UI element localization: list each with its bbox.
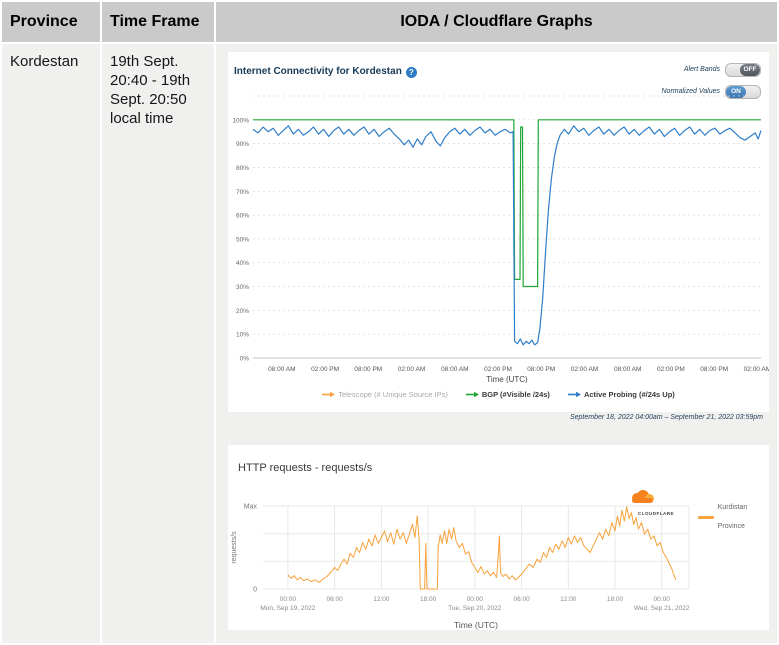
svg-text:08:00 AM: 08:00 AM	[614, 366, 641, 373]
ioda-title-wrap: Internet Connectivity for Kordestan?	[234, 60, 417, 81]
svg-text:00:00: 00:00	[654, 596, 671, 603]
ioda-header: Internet Connectivity for Kordestan? Ale…	[228, 52, 769, 88]
graphs-cell: Internet Connectivity for Kordestan? Ale…	[216, 44, 777, 643]
normalized-values-toggle[interactable]: ON	[725, 85, 761, 99]
svg-text:20%: 20%	[236, 308, 249, 315]
province-cell: Kordestan	[2, 44, 100, 643]
svg-text:70%: 70%	[236, 189, 249, 196]
svg-text:Mon, Sep 19, 2022: Mon, Sep 19, 2022	[260, 605, 315, 612]
cf-legend-item[interactable]: Kurdistan Province	[698, 498, 769, 536]
legend-label: BGP (#Visible /24s)	[482, 385, 550, 404]
cloudflare-logo: CLOUDFLARE	[626, 489, 686, 523]
legend-item-bgp[interactable]: BGP (#Visible /24s)	[466, 385, 550, 404]
cloudflare-chart-svg[interactable]: 00:00 Mon, Sep 19, 2022 06:00 12:00 18:00 00:…	[228, 488, 769, 636]
svg-text:08:00 PM: 08:00 PM	[527, 366, 555, 373]
svg-text:08:00 AM: 08:00 AM	[441, 366, 468, 373]
cloudflare-chart-title: HTTP requests - requests/s	[228, 445, 769, 478]
svg-text:0: 0	[253, 587, 257, 594]
svg-text:50%: 50%	[236, 236, 249, 243]
help-icon[interactable]: ?	[406, 67, 417, 78]
cf-legend-swatch	[698, 516, 714, 519]
svg-text:02:00 AM: 02:00 AM	[744, 366, 769, 373]
svg-text:requests/s: requests/s	[231, 531, 238, 564]
alert-bands-row: Alert Bands OFF	[662, 60, 762, 79]
report-table: Province Time Frame IODA / Cloudflare Gr…	[0, 0, 779, 645]
cf-legend-label: Kurdistan Province	[718, 498, 769, 536]
alert-bands-toggle[interactable]: OFF	[725, 63, 761, 77]
svg-text:40%: 40%	[236, 260, 249, 267]
cloudflare-cloud-icon	[626, 489, 656, 505]
svg-text:02:00 AM: 02:00 AM	[571, 366, 598, 373]
legend-label: Telescope (# Unique Source IPs)	[338, 385, 448, 404]
ioda-chart-svg[interactable]: 0% 10% 20% 30% 40% 50% 60% 70% 80% 90% 100% 08:00 A…	[228, 88, 769, 383]
svg-text:02:00 PM: 02:00 PM	[484, 366, 512, 373]
svg-text:00:00: 00:00	[280, 596, 297, 603]
ioda-graph-card: Internet Connectivity for Kordestan? Ale…	[228, 52, 769, 412]
legend-label: Active Probing (#/24s Up)	[584, 385, 675, 404]
svg-text:Tue, Sep 20, 2022: Tue, Sep 20, 2022	[448, 605, 502, 612]
svg-text:12:00: 12:00	[373, 596, 390, 603]
svg-text:90%: 90%	[236, 141, 249, 148]
svg-text:80%: 80%	[236, 165, 249, 172]
svg-text:30%: 30%	[236, 284, 249, 291]
svg-text:08:00 PM: 08:00 PM	[354, 366, 382, 373]
svg-text:18:00: 18:00	[420, 596, 437, 603]
svg-text:02:00 PM: 02:00 PM	[657, 366, 685, 373]
svg-text:00:00: 00:00	[467, 596, 484, 603]
legend-arrow-icon	[322, 391, 335, 398]
svg-text:06:00: 06:00	[513, 596, 530, 603]
normalized-values-row: Normalized Values ON	[662, 82, 762, 101]
ioda-chart-title: Internet Connectivity for Kordestan	[234, 66, 402, 77]
svg-text:08:00 PM: 08:00 PM	[700, 366, 728, 373]
svg-text:02:00 AM: 02:00 AM	[398, 366, 425, 373]
svg-text:Wed, Sep 21, 2022: Wed, Sep 21, 2022	[634, 605, 690, 612]
legend-arrow-icon	[466, 391, 479, 398]
toggle-knob	[726, 64, 740, 76]
date-range-label: September 18, 2022 04:00am – September 2…	[228, 404, 769, 427]
toggle-state-off: OFF	[740, 64, 760, 76]
svg-text:60%: 60%	[236, 213, 249, 220]
legend-item-active-probing[interactable]: Active Probing (#/24s Up)	[568, 385, 675, 404]
svg-text:Time (UTC): Time (UTC)	[486, 375, 528, 383]
ioda-chart-legend: Telescope (# Unique Source IPs) BGP (#Vi…	[228, 385, 769, 404]
normalized-values-label: Normalized Values	[662, 82, 721, 101]
legend-item-telescope[interactable]: Telescope (# Unique Source IPs)	[322, 385, 448, 404]
cloudflare-logo-text: CLOUDFLARE	[626, 504, 686, 523]
col-header-timeframe: Time Frame	[102, 2, 214, 42]
ioda-toggles: Alert Bands OFF Normalized Values ON	[662, 60, 762, 101]
svg-text:Max: Max	[244, 504, 258, 511]
table-row: Kordestan 19th Sept. 20:40 - 19th Sept. …	[2, 44, 777, 643]
col-header-graphs: IODA / Cloudflare Graphs	[216, 2, 777, 42]
svg-text:Time (UTC): Time (UTC)	[454, 620, 498, 630]
alert-bands-label: Alert Bands	[684, 60, 720, 79]
legend-arrow-icon	[568, 391, 581, 398]
svg-text:06:00: 06:00	[326, 596, 343, 603]
timeframe-cell: 19th Sept. 20:40 - 19th Sept. 20:50 loca…	[102, 44, 214, 643]
svg-text:12:00: 12:00	[560, 596, 577, 603]
svg-text:100%: 100%	[232, 117, 249, 124]
svg-text:08:00 AM: 08:00 AM	[268, 366, 295, 373]
col-header-province: Province	[2, 2, 100, 42]
cloudflare-graph-card: HTTP requests - requests/s 00:00 Mon, Sep…	[228, 445, 769, 630]
svg-text:18:00: 18:00	[607, 596, 624, 603]
svg-text:0%: 0%	[240, 356, 250, 363]
svg-text:02:00 PM: 02:00 PM	[311, 366, 339, 373]
svg-text:10%: 10%	[236, 332, 249, 339]
